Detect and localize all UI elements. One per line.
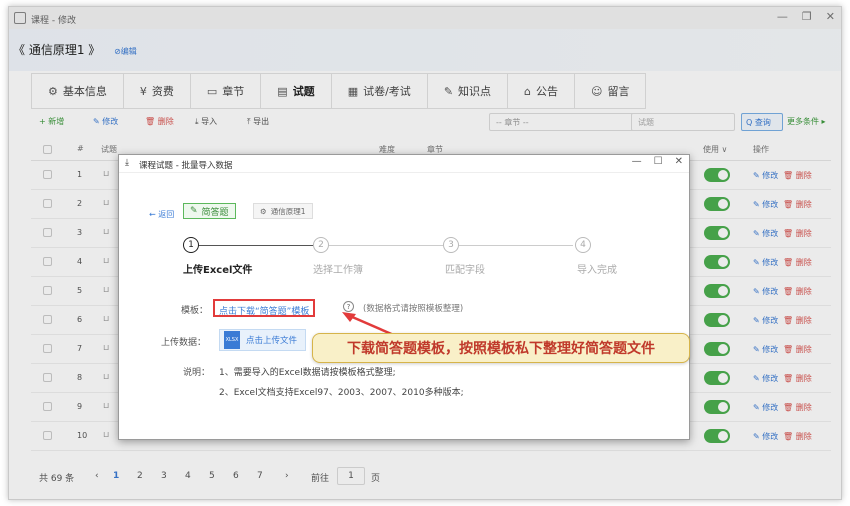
- note-1: 1、需要导入的Excel数据请按模板格式整理;: [219, 368, 396, 378]
- step-4-label: 导入完成: [577, 265, 617, 276]
- upload-button-label: 点击上传文件: [246, 336, 298, 346]
- import-steps: 1 2 3 4 上传Excel文件 选择工作簿 匹配字段 导入完成: [183, 237, 617, 277]
- course-tag: ⚙ 通信原理1: [253, 203, 313, 219]
- back-link[interactable]: ⇜ 返回: [149, 209, 174, 220]
- upload-label: 上传数据：: [161, 338, 207, 348]
- question-type-tag: ✎ 简答题: [183, 203, 236, 219]
- annotation-callout: 下载简答题模板，按照模板私下整理好简答题文件: [312, 333, 690, 363]
- xlsx-file-icon: XLSX: [224, 331, 240, 349]
- download-template-link[interactable]: 点击下载“简答题”模板: [213, 299, 316, 317]
- batch-import-dialog: ⤓ 课程试题 - 批量导入数据 — ☐ ✕ ⇜ 返回 ✎ 简答题 ⚙ 通信原理1…: [118, 154, 690, 440]
- step-1-label: 上传Excel文件: [183, 265, 253, 276]
- step-3-circle: 3: [443, 237, 459, 253]
- course-icon: ⚙: [260, 206, 267, 216]
- dialog-titlebar: ⤓ 课程试题 - 批量导入数据 — ☐ ✕: [119, 155, 689, 173]
- step-2-circle: 2: [313, 237, 329, 253]
- step-connector: [459, 245, 573, 246]
- step-connector: [199, 245, 313, 246]
- dialog-maximize-button[interactable]: ☐: [654, 156, 663, 167]
- dialog-minimize-button[interactable]: —: [632, 156, 642, 167]
- step-connector: [329, 245, 443, 246]
- dialog-title: 课程试题 - 批量导入数据: [139, 161, 233, 171]
- step-1-circle: 1: [183, 237, 199, 253]
- note-2: 2、Excel文档支持Excel97、2003、2007、2010多种版本;: [219, 388, 464, 398]
- step-4-circle: 4: [575, 237, 591, 253]
- step-3-label: 匹配字段: [445, 265, 485, 276]
- upload-file-button[interactable]: XLSX 点击上传文件: [219, 329, 307, 351]
- template-label: 模板：: [181, 306, 209, 316]
- dialog-close-button[interactable]: ✕: [675, 156, 683, 167]
- step-2-label: 选择工作簿: [313, 265, 363, 276]
- question-type-label: 简答题: [201, 207, 229, 218]
- edit-square-icon: ✎: [190, 206, 198, 216]
- import-icon: ⤓: [125, 158, 129, 168]
- course-tag-label: 通信原理1: [270, 206, 306, 216]
- notes-label: 说明：: [183, 368, 211, 378]
